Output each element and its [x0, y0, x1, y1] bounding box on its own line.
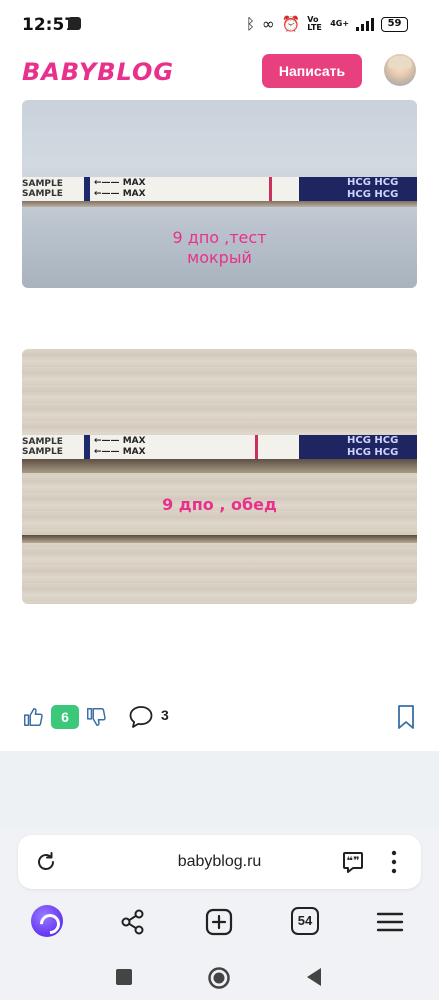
svg-text:❝❞: ❝❞: [347, 855, 360, 868]
strip-max-label: ←—— MAX ←—— MAX: [94, 178, 146, 199]
home-icon[interactable]: [207, 966, 231, 990]
post-photo-2[interactable]: SAMPLE SAMPLE ←—— MAX ←—— MAX HCG HCG HCG H…: [22, 349, 417, 604]
post-actions: 6 3: [0, 690, 439, 750]
status-bar: 12:57 ᛒ ∞ ⏰ Vo LTE 4G+ 59: [0, 0, 439, 48]
browser-toolbar: 54: [0, 899, 439, 945]
quote-icon[interactable]: ❝❞: [341, 850, 365, 874]
comment-count: 3: [161, 707, 169, 723]
alice-assistant-icon[interactable]: [31, 905, 63, 937]
comment-icon[interactable]: [128, 704, 154, 730]
strip-sample-label: SAMPLE SAMPLE: [22, 179, 63, 199]
signal-icon: [356, 17, 375, 31]
avatar[interactable]: [384, 54, 416, 86]
address-bar[interactable]: babyblog.ru ❝❞: [18, 835, 421, 889]
test-line: [255, 435, 258, 459]
bluetooth-icon: ᛒ: [246, 15, 256, 33]
notification-icon: [68, 17, 81, 30]
thumbs-up-icon[interactable]: [22, 706, 44, 728]
photo-caption: 9 дпо ,тест мокрый: [172, 228, 267, 267]
status-icons: ᛒ ∞ ⏰ Vo LTE 4G+ 59: [246, 14, 409, 34]
volte-icon: Vo LTE: [307, 15, 322, 32]
network-type-icon: 4G+: [330, 19, 350, 28]
post-photo-1[interactable]: SAMPLE SAMPLE ←—— MAX ←—— MAX HCG HCG HCG H…: [22, 100, 417, 288]
link-icon: ∞: [262, 15, 275, 33]
strip-sample-label: SAMPLE SAMPLE: [22, 437, 63, 457]
page-gap: [0, 751, 439, 827]
pregnancy-test-strip: SAMPLE SAMPLE ←—— MAX ←—— MAX HCG HCG HCG H…: [22, 177, 417, 201]
share-icon[interactable]: [118, 907, 148, 937]
like-count: 6: [51, 705, 79, 729]
recent-apps-icon[interactable]: [115, 968, 133, 986]
write-button[interactable]: Написать: [262, 54, 362, 88]
screen: 12:57 ᛒ ∞ ⏰ Vo LTE 4G+ 59 BABYBLOG Напис…: [0, 0, 439, 1000]
tabs-count-button[interactable]: 54: [291, 907, 319, 935]
photo-caption: 9 дпо , обед: [162, 495, 277, 514]
battery-icon: 59: [381, 16, 409, 32]
pregnancy-test-strip: SAMPLE SAMPLE ←—— MAX ←—— MAX HCG HCG HCG H…: [22, 435, 417, 459]
back-icon[interactable]: [305, 967, 323, 987]
babyblog-logo[interactable]: BABYBLOG: [22, 58, 174, 86]
strip-max-label: ←—— MAX ←—— MAX: [94, 436, 146, 457]
more-vertical-icon[interactable]: [386, 848, 402, 876]
bookmark-icon[interactable]: [396, 704, 416, 730]
thumbs-down-icon[interactable]: [85, 706, 107, 728]
strip-hcg-label: HCG HCG HCG HCG: [299, 435, 417, 459]
test-line: [269, 177, 272, 201]
site-header: BABYBLOG Написать: [0, 48, 439, 100]
alarm-off-icon: ⏰: [281, 15, 301, 33]
new-tab-icon[interactable]: [204, 907, 234, 937]
strip-hcg-label: HCG HCG HCG HCG: [299, 177, 417, 201]
browser-bar: babyblog.ru ❝❞ 54: [0, 827, 439, 1000]
menu-icon[interactable]: [375, 907, 405, 937]
system-nav-bar: [0, 955, 439, 1000]
